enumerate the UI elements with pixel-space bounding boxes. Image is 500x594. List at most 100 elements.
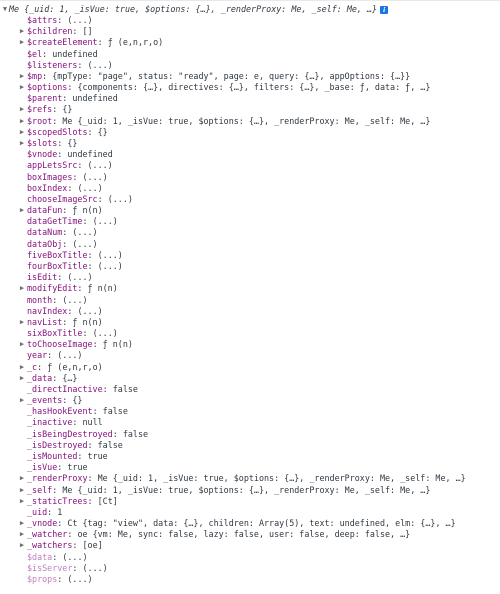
property-row[interactable]: ▶ _events: {}: [0, 395, 500, 406]
property-text: boxIndex: (...): [27, 183, 103, 194]
expand-triangle-icon[interactable]: ▶: [18, 104, 26, 115]
property-separator: :: [57, 462, 68, 473]
expand-triangle-icon[interactable]: ▶: [18, 317, 26, 328]
expand-triangle-icon[interactable]: ▶: [18, 127, 26, 138]
property-separator: :: [62, 93, 73, 104]
property-key: dataFun: [27, 205, 63, 216]
property-row: _isVue: true: [0, 462, 500, 473]
property-row[interactable]: ▶ _renderProxy: Me {_uid: 1, _isVue: true…: [0, 473, 500, 484]
property-text: _uid: 1: [27, 507, 62, 518]
property-row[interactable]: ▶ navList: ƒ n(n): [0, 317, 500, 328]
property-value[interactable]: (...): [62, 552, 87, 562]
property-key: $slots: [27, 137, 58, 148]
collapse-triangle-icon[interactable]: ▼: [1, 4, 9, 15]
property-value[interactable]: (...): [82, 563, 107, 573]
property-text: _inactive: null: [27, 417, 103, 428]
property-row[interactable]: ▶ toChooseImage: ƒ n(n): [0, 339, 500, 350]
property-key: $attrs: [27, 15, 58, 25]
property-row: appLetsSrc: (...): [0, 160, 500, 171]
property-value[interactable]: (...): [82, 172, 107, 182]
property-row: $el: undefined: [0, 49, 500, 60]
property-value: Me {_uid: 1, _isVue: true, $options: {…}…: [62, 484, 431, 495]
property-value[interactable]: (...): [93, 328, 118, 338]
property-row[interactable]: ▶ $mp: {mpType: "page", status: "ready", …: [0, 71, 500, 82]
property-row: $props: (...): [0, 574, 500, 585]
property-value[interactable]: (...): [98, 261, 123, 271]
expand-triangle-icon[interactable]: ▶: [18, 205, 26, 216]
property-value: ƒ n(n): [72, 316, 103, 327]
property-row: dataNum: (...): [0, 227, 500, 238]
property-row[interactable]: ▶ _staticTrees: [Ct]: [0, 496, 500, 507]
property-value[interactable]: (...): [88, 160, 113, 170]
expand-triangle-icon[interactable]: ▶: [18, 518, 26, 529]
property-separator: :: [77, 160, 88, 171]
property-row[interactable]: ▶ _watcher: oe {vm: Me, sync: false, lazy…: [0, 529, 500, 540]
expand-triangle-icon[interactable]: ▶: [18, 496, 26, 507]
expand-triangle-icon[interactable]: ▶: [18, 473, 26, 484]
property-value[interactable]: (...): [98, 250, 123, 260]
property-row[interactable]: ▶ $createElement: ƒ (e,n,r,o): [0, 37, 500, 48]
property-value[interactable]: (...): [93, 216, 118, 226]
property-text: $scopedSlots: {}: [27, 127, 108, 138]
property-text: navIndex: (...): [27, 306, 103, 317]
property-value[interactable]: (...): [72, 227, 97, 237]
object-header-row[interactable]: ▼ Me {_uid: 1, _isVue: true, $options: {…: [0, 4, 500, 15]
property-value: Me {_uid: 1, _isVue: true, $options: {…}…: [62, 115, 431, 126]
expand-triangle-icon[interactable]: ▶: [18, 82, 26, 93]
property-row: dataGetTime: (...): [0, 216, 500, 227]
info-icon[interactable]: i: [380, 5, 389, 14]
property-key: $vnode: [27, 149, 58, 160]
property-separator: :: [72, 417, 83, 428]
expand-triangle-icon[interactable]: ▶: [18, 362, 26, 373]
property-value[interactable]: (...): [77, 306, 102, 316]
property-key: $props: [27, 574, 58, 584]
expand-triangle-icon[interactable]: ▶: [18, 485, 26, 496]
property-separator: :: [42, 48, 53, 59]
property-row[interactable]: ▶ $slots: {}: [0, 138, 500, 149]
property-row[interactable]: ▶ $root: Me {_uid: 1, _isVue: true, $opti…: [0, 116, 500, 127]
property-value: true: [87, 451, 108, 462]
expand-triangle-icon[interactable]: ▶: [18, 116, 26, 127]
property-text: fourBoxTitle: (...): [27, 261, 123, 272]
property-value[interactable]: (...): [67, 15, 92, 25]
property-row[interactable]: ▶ $scopedSlots: {}: [0, 127, 500, 138]
expand-triangle-icon[interactable]: ▶: [18, 529, 26, 540]
expand-triangle-icon[interactable]: ▶: [18, 138, 26, 149]
property-text: _directInactive: false: [27, 384, 138, 395]
property-key: dataObj: [27, 238, 63, 249]
property-value[interactable]: (...): [67, 272, 92, 282]
property-value: undefined: [52, 48, 98, 59]
expand-triangle-icon[interactable]: ▶: [18, 26, 26, 37]
property-value[interactable]: (...): [108, 194, 133, 204]
property-key: $children: [27, 26, 73, 37]
property-value: [Ct]: [97, 495, 118, 506]
expand-triangle-icon[interactable]: ▶: [18, 395, 26, 406]
expand-triangle-icon[interactable]: ▶: [18, 37, 26, 48]
property-row[interactable]: ▶ $children: []: [0, 26, 500, 37]
expand-triangle-icon[interactable]: ▶: [18, 373, 26, 384]
property-value[interactable]: (...): [77, 183, 102, 193]
property-row[interactable]: ▶ modifyEdit: ƒ n(n): [0, 283, 500, 294]
property-row[interactable]: ▶ _self: Me {_uid: 1, _isVue: true, $opti…: [0, 485, 500, 496]
property-value[interactable]: (...): [62, 295, 87, 305]
expand-triangle-icon[interactable]: ▶: [18, 540, 26, 551]
property-row[interactable]: ▶ _watchers: [oe]: [0, 540, 500, 551]
property-key: fourBoxTitle: [27, 260, 88, 271]
property-row[interactable]: ▶ $options: {components: {…}, directives:…: [0, 82, 500, 93]
property-key: $parent: [27, 93, 63, 104]
property-value[interactable]: (...): [88, 60, 113, 70]
property-value[interactable]: (...): [57, 350, 82, 360]
property-key: _inactive: [27, 417, 73, 428]
property-row[interactable]: ▶ $refs: {}: [0, 104, 500, 115]
property-row[interactable]: ▶ _c: ƒ (e,n,r,o): [0, 362, 500, 373]
property-row[interactable]: ▶ _data: {…}: [0, 373, 500, 384]
expand-triangle-icon[interactable]: ▶: [18, 71, 26, 82]
property-value[interactable]: (...): [67, 574, 92, 584]
property-key: _vnode: [27, 518, 58, 529]
property-value[interactable]: (...): [72, 239, 97, 249]
property-row[interactable]: ▶ _vnode: Ct {tag: "view", data: {…}, chi…: [0, 518, 500, 529]
expand-triangle-icon[interactable]: ▶: [18, 283, 26, 294]
expand-triangle-icon[interactable]: ▶: [18, 339, 26, 350]
property-text: $root: Me {_uid: 1, _isVue: true, $optio…: [27, 116, 430, 127]
property-row[interactable]: ▶ dataFun: ƒ n(n): [0, 205, 500, 216]
